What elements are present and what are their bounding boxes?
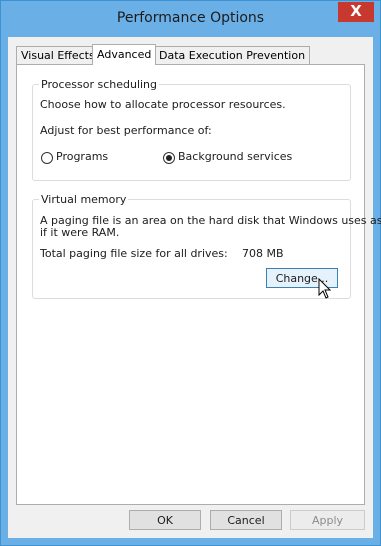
- processor-scheduling-group: Processor scheduling Choose how to alloc…: [32, 78, 351, 181]
- processor-scheduling-title: Processor scheduling: [39, 78, 160, 91]
- background-services-radio[interactable]: [163, 152, 175, 164]
- virtual-memory-description-line2: if it were RAM.: [40, 226, 120, 239]
- advanced-tab-panel: Processor scheduling Choose how to alloc…: [16, 64, 381, 505]
- tab-advanced[interactable]: Advanced: [92, 44, 157, 65]
- tab-visual-effects[interactable]: Visual Effects: [16, 46, 100, 64]
- virtual-memory-title: Virtual memory: [39, 193, 129, 206]
- ok-button[interactable]: OK: [129, 510, 201, 530]
- apply-button[interactable]: Apply: [290, 510, 365, 530]
- virtual-memory-group: Virtual memory A paging file is an area …: [32, 193, 381, 299]
- window-title: Performance Options: [116, 10, 265, 26]
- programs-radio-label[interactable]: Programs: [56, 150, 108, 163]
- title-bar[interactable]: Performance Options X: [1, 1, 380, 37]
- adjust-performance-label: Adjust for best performance of:: [40, 124, 212, 137]
- radio-selected-dot: [166, 155, 172, 161]
- performance-options-window: Performance Options X Visual Effects Adv…: [0, 0, 381, 546]
- mouse-pointer-icon: [318, 278, 332, 299]
- tab-data-execution-prevention[interactable]: Data Execution Prevention: [154, 46, 311, 64]
- background-services-radio-label[interactable]: Background services: [178, 150, 292, 163]
- cancel-button[interactable]: Cancel: [210, 510, 282, 530]
- processor-scheduling-description: Choose how to allocate processor resourc…: [40, 98, 286, 111]
- close-button[interactable]: X: [338, 2, 374, 22]
- total-paging-file-value: 708 MB: [242, 247, 284, 260]
- total-paging-file-label: Total paging file size for all drives:: [40, 247, 228, 260]
- programs-radio[interactable]: [41, 152, 53, 164]
- close-icon: X: [350, 2, 362, 20]
